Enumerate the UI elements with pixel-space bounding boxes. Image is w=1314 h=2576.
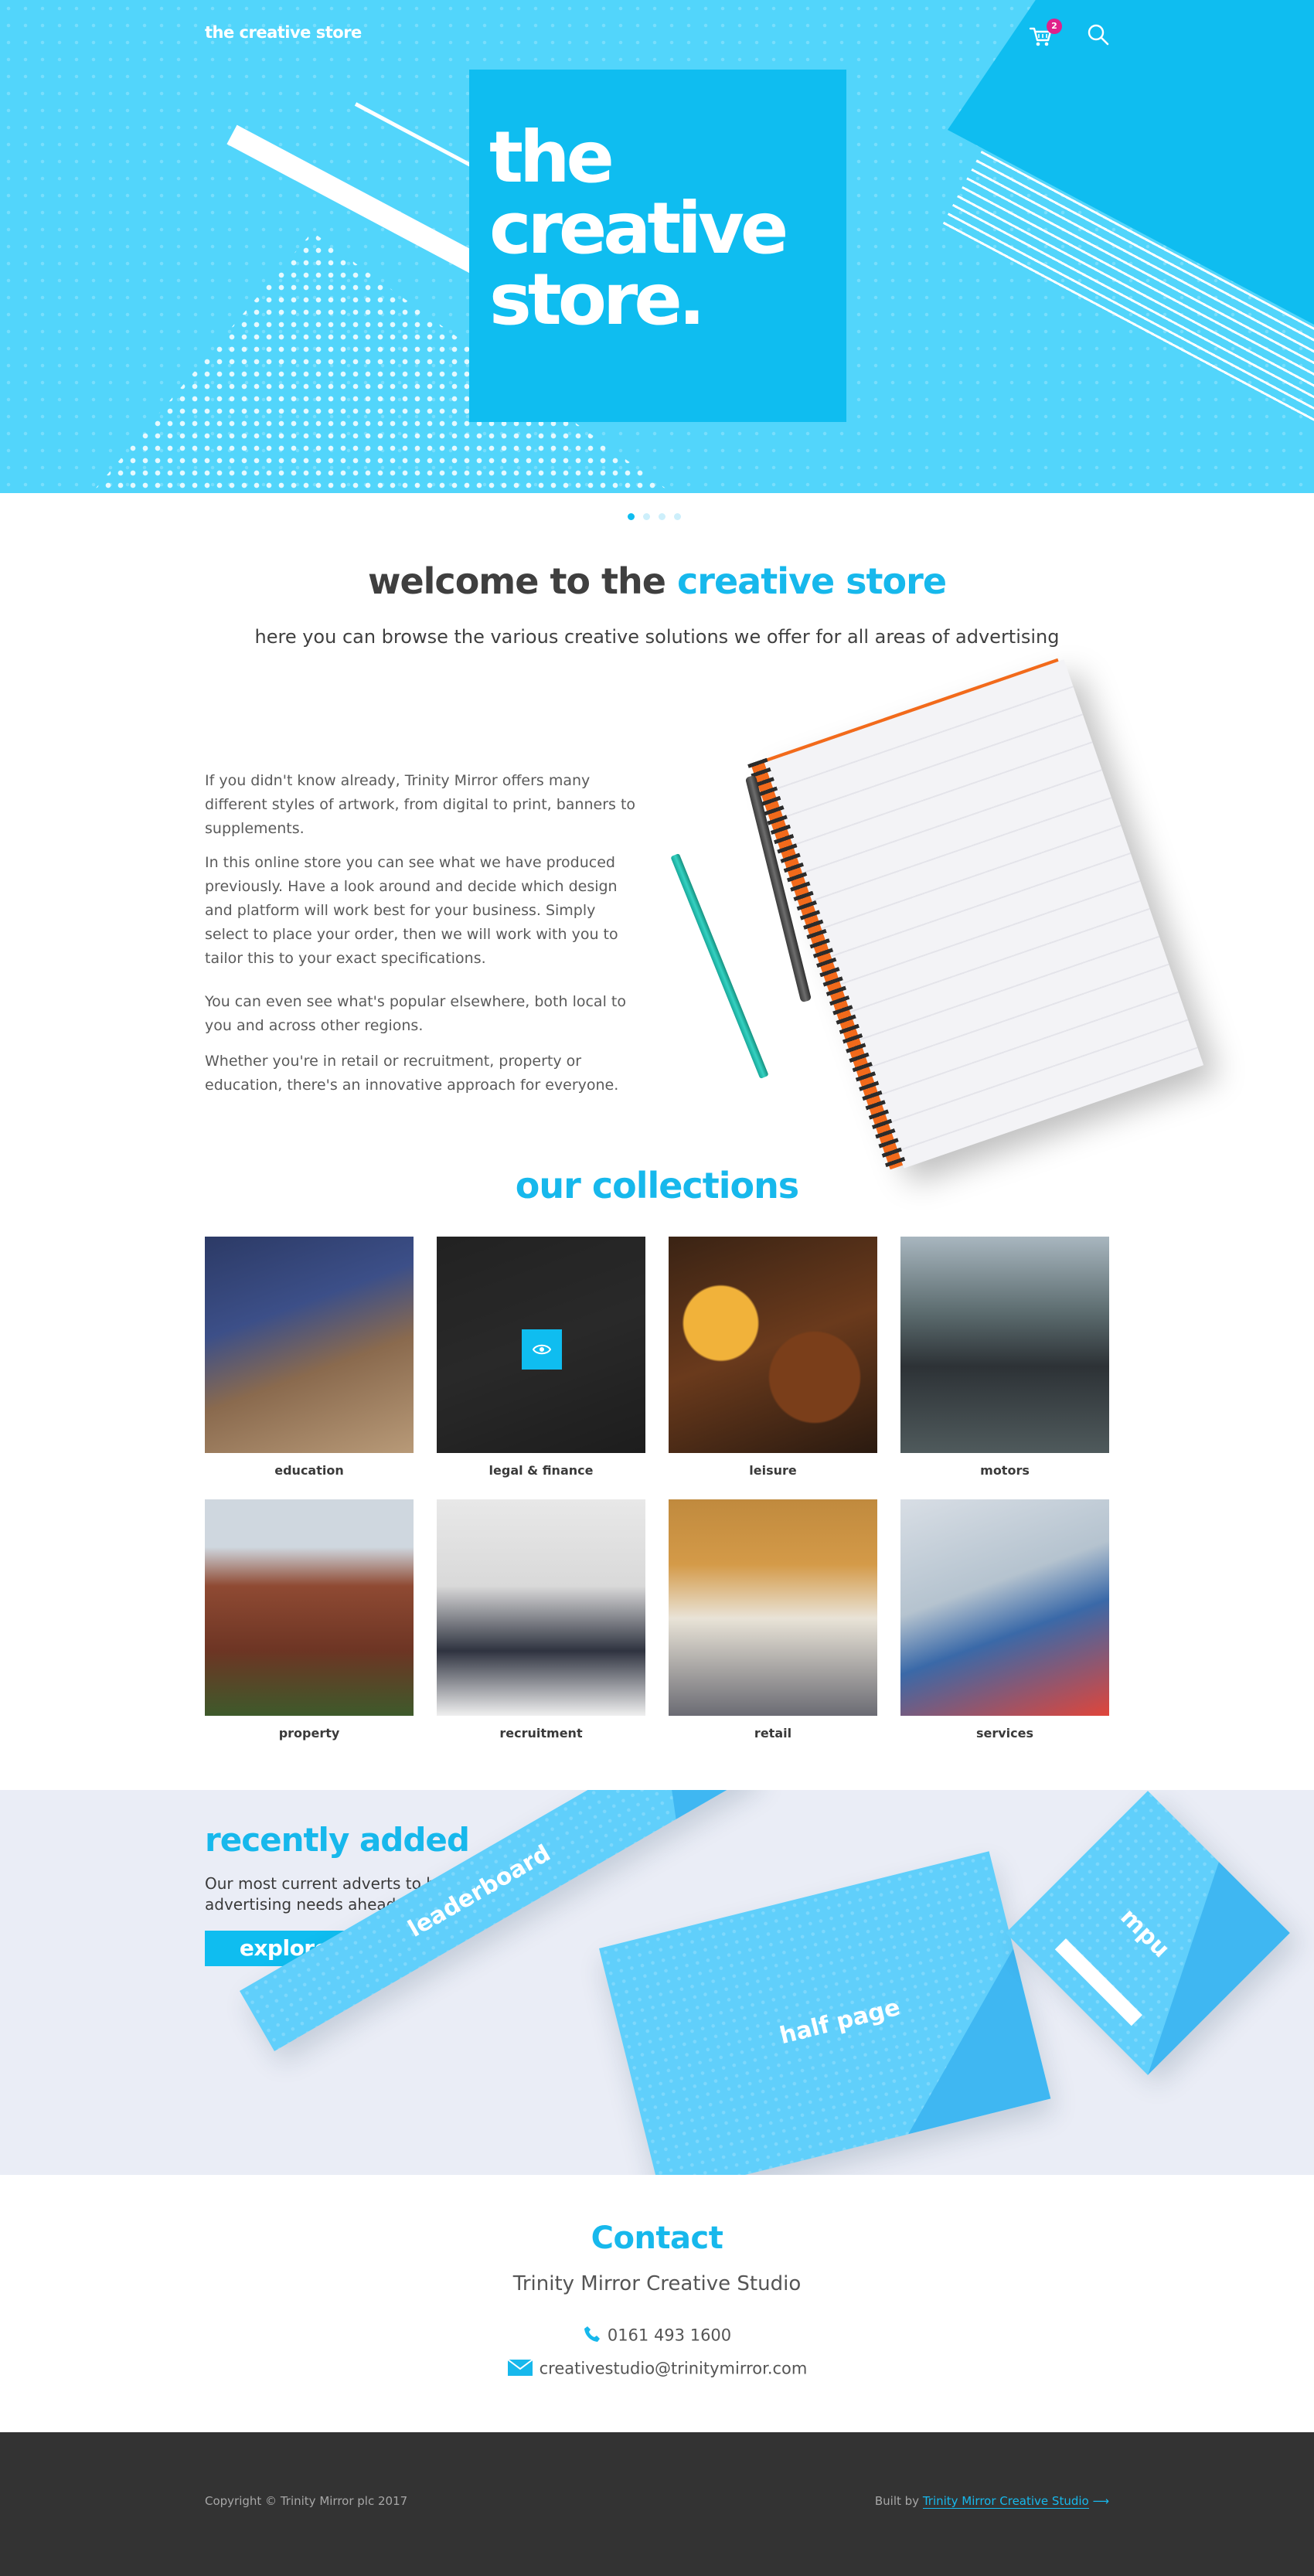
recently-added-title: recently added [205,1821,470,1859]
collection-image[interactable] [900,1237,1109,1453]
collection-tile-education[interactable]: education [205,1237,414,1499]
collection-image[interactable] [205,1237,414,1453]
collection-label[interactable]: services [900,1726,1109,1741]
contact-phone-number[interactable]: 0161 493 1600 [608,2326,731,2345]
built-by-text: Built by Trinity Mirror Creative Studio … [874,2494,1109,2509]
collection-image[interactable] [437,1237,645,1453]
phone-icon [583,2325,601,2347]
card-stripe [1054,1938,1142,2026]
slider-dot[interactable] [659,513,666,520]
collection-tile-retail[interactable]: retail [669,1499,877,1762]
contact-title: Contact [591,2220,723,2256]
card-accent [1077,1862,1290,2075]
hero-slider-dots [628,513,681,520]
intro-paragraph: If you didn't know already, Trinity Mirr… [205,772,636,837]
welcome-title: welcome to the creative store [0,560,1314,602]
slider-dot[interactable] [674,513,681,520]
collection-image[interactable] [669,1237,877,1453]
slider-dot[interactable] [643,513,650,520]
collection-label[interactable]: retail [669,1726,877,1741]
hero-banner: the creative store. [0,0,1314,493]
card-accent [871,1948,1051,2134]
eye-icon [533,1344,551,1355]
slider-dot[interactable] [628,513,635,520]
intro-paragraph: Whether you're in retail or recruitment,… [205,1053,619,1094]
collections-title: our collections [515,1165,799,1206]
arrow-right-icon: ⟶ [1092,2494,1109,2508]
intro-paragraph: In this online store you can see what we… [205,854,618,967]
contact-email[interactable]: creativestudio@trinitymirror.com [0,2358,1314,2380]
collection-image[interactable] [900,1499,1109,1716]
copyright-text: Copyright © Trinity Mirror plc 2017 [205,2494,408,2508]
built-by-prefix: Built by [874,2494,923,2508]
search-icon[interactable] [1085,22,1111,48]
recently-added-section: recently added Our most current adverts … [0,1790,1314,2175]
collection-tile-leisure[interactable]: leisure [669,1237,877,1499]
collection-tile-recruitment[interactable]: recruitment [437,1499,645,1762]
hero-headline: the creative store. [489,116,788,341]
collections-grid: education legal & finance leisure motors… [205,1237,1109,1762]
half-page-ad-card: half page [599,1851,1051,2175]
card-accent [642,1790,757,1819]
cart-count-badge: 2 [1047,19,1062,34]
studio-link[interactable]: Trinity Mirror Creative Studio [922,2494,1089,2509]
collection-image[interactable] [205,1499,414,1716]
mpu-ad-card: mpu [1006,1791,1290,2075]
pencil-illustration [670,853,769,1079]
envelope-icon [507,2358,533,2380]
welcome-subtitle: here you can browse the various creative… [254,626,1060,648]
view-collection-button[interactable] [522,1329,562,1370]
intro-paragraph: You can even see what's popular elsewher… [205,993,626,1034]
collection-tile-motors[interactable]: motors [900,1237,1109,1499]
collection-image[interactable] [669,1499,877,1716]
collection-label[interactable]: legal & finance [437,1463,645,1478]
collection-tile-property[interactable]: property [205,1499,414,1762]
contact-email-address[interactable]: creativestudio@trinitymirror.com [540,2360,808,2378]
card-label: mpu [1115,1903,1175,1963]
footer: Copyright © Trinity Mirror plc 2017 Buil… [0,2432,1314,2576]
hero-headline-card: the creative store. [469,70,846,422]
brand-logo[interactable]: the creative store [205,23,362,42]
welcome-title-highlight: creative store [677,560,947,602]
contact-phone[interactable]: 0161 493 1600 [0,2325,1314,2347]
collection-tile-legal-finance[interactable]: legal & finance [437,1237,645,1499]
collection-label[interactable]: property [205,1726,414,1741]
collection-label[interactable]: education [205,1463,414,1478]
collection-label[interactable]: motors [900,1463,1109,1478]
collection-tile-services[interactable]: services [900,1499,1109,1762]
collection-label[interactable]: recruitment [437,1726,645,1741]
collection-image[interactable] [437,1499,645,1716]
card-label: half page [777,1993,904,2050]
collection-label[interactable]: leisure [669,1463,877,1478]
contact-organisation: Trinity Mirror Creative Studio [512,2272,802,2295]
welcome-title-plain: welcome to the [367,560,678,602]
